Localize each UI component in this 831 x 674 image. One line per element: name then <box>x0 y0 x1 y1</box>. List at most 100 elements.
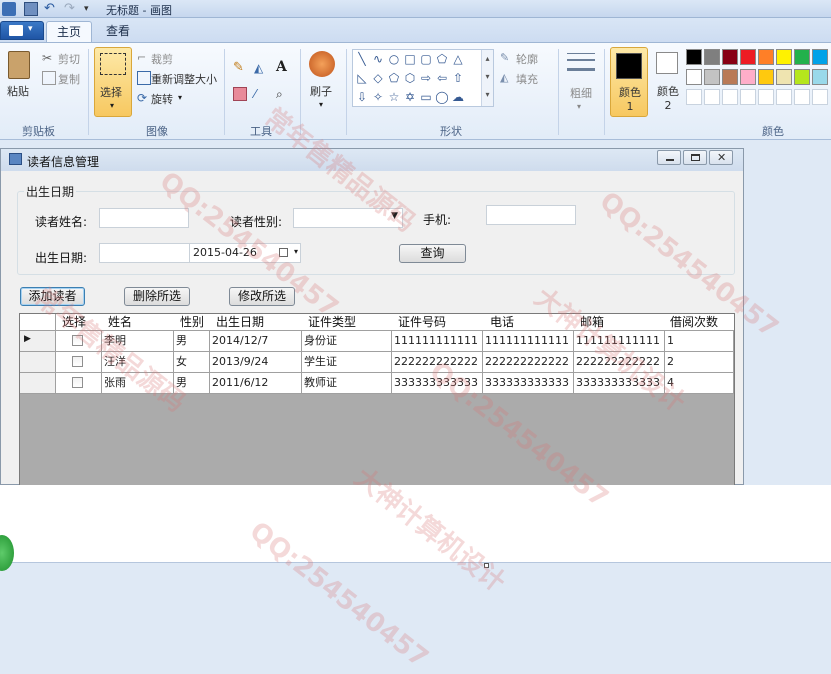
palette-color-swatch[interactable] <box>686 69 702 85</box>
palette-color-swatch[interactable] <box>722 49 738 65</box>
column-header-borrows[interactable]: 借阅次数 <box>670 315 718 330</box>
palette-color-swatch[interactable] <box>722 69 738 85</box>
palette-color-swatch[interactable] <box>812 69 828 85</box>
size-button[interactable]: 粗细 ▾ <box>564 49 598 115</box>
rounded-rect-shape-icon[interactable]: ▢ <box>419 52 433 66</box>
resize-button[interactable]: 重新调整大小 <box>151 71 217 87</box>
column-header-birth[interactable]: 出生日期 <box>216 315 264 330</box>
palette-color-swatch[interactable] <box>794 49 810 65</box>
palette-custom-swatch[interactable] <box>812 89 828 105</box>
palette-color-swatch[interactable] <box>740 69 756 85</box>
palette-color-swatch[interactable] <box>758 49 774 65</box>
id-type-cell[interactable]: 教师证 <box>302 373 392 394</box>
birth-cell[interactable]: 2013/9/24 <box>210 352 302 373</box>
id-number-cell[interactable]: 111111111111 <box>392 331 483 352</box>
reader-data-grid[interactable]: 选择 姓名 性别 出生日期 证件类型 证件号码 电话 邮箱 借阅次数 ▶ 李明 … <box>19 313 735 487</box>
palette-custom-swatch[interactable] <box>758 89 774 105</box>
table-row[interactable]: ▶ 李明 男 2014/12/7 身份证 111111111111 111111… <box>20 331 734 352</box>
copy-button[interactable]: 复制 <box>58 71 80 87</box>
birth-cell[interactable]: 2011/6/12 <box>210 373 302 394</box>
email-cell[interactable]: 111111111111 <box>574 331 665 352</box>
shapes-gallery[interactable]: ╲ ∿ ○ □ ▢ ⬠ △ ◺ ◇ ⬠ ⬡ ⇨ ⇦ ⇧ ⇩ ✧ ☆ ✡ ▭ ◯ … <box>352 49 494 107</box>
maximize-button[interactable] <box>683 150 707 165</box>
name-cell[interactable]: 汪洋 <box>102 352 174 373</box>
email-cell[interactable]: 333333333333 <box>574 373 665 394</box>
color-picker-icon[interactable]: ⁄ <box>254 87 268 101</box>
app-menu-button[interactable]: ▾ <box>0 21 44 40</box>
shapes-scroll[interactable]: ▴ ▾ ▾ <box>481 50 493 106</box>
phone-cell[interactable]: 111111111111 <box>483 331 574 352</box>
borrows-cell[interactable]: 1 <box>665 331 734 352</box>
outline-button[interactable]: 轮廓 <box>516 51 538 67</box>
fill-button[interactable]: 填充 <box>516 71 538 87</box>
birth-date-picker[interactable]: 2015-04-26 ▾ <box>189 243 301 263</box>
name-cell[interactable]: 张雨 <box>102 373 174 394</box>
magnifier-icon[interactable]: ⌕ <box>276 87 290 101</box>
column-header-gender[interactable]: 性别 <box>180 315 204 330</box>
palette-custom-swatch[interactable] <box>686 89 702 105</box>
minimize-button[interactable] <box>657 150 681 165</box>
paste-button[interactable]: 粘贴 <box>4 49 34 113</box>
down-arrow-shape-icon[interactable]: ⇩ <box>355 90 369 104</box>
diamond-shape-icon[interactable]: ◇ <box>371 71 385 85</box>
line-shape-icon[interactable]: ╲ <box>355 52 369 66</box>
phone-input[interactable] <box>486 205 576 225</box>
close-button[interactable]: ✕ <box>709 150 733 165</box>
fill-bucket-icon[interactable]: ◭ <box>254 61 268 75</box>
table-row[interactable]: 汪洋 女 2013/9/24 学生证 222222222222 22222222… <box>20 352 734 373</box>
right-arrow-shape-icon[interactable]: ⇨ <box>419 71 433 85</box>
qat-dropdown-icon[interactable]: ▾ <box>84 2 98 16</box>
delete-selected-button[interactable]: 删除所选 <box>124 287 190 306</box>
palette-custom-swatch[interactable] <box>704 89 720 105</box>
save-icon[interactable] <box>24 2 38 16</box>
palette-color-swatch[interactable] <box>812 49 828 65</box>
rectangle-shape-icon[interactable]: □ <box>403 52 417 66</box>
polygon-shape-icon[interactable]: ⬠ <box>435 52 449 66</box>
row-checkbox[interactable] <box>72 377 83 388</box>
reader-name-input[interactable] <box>99 208 189 228</box>
name-cell[interactable]: 李明 <box>102 331 174 352</box>
redo-icon[interactable]: ↷ <box>64 2 78 16</box>
palette-custom-swatch[interactable] <box>722 89 738 105</box>
select-cell[interactable] <box>56 331 102 352</box>
pencil-icon[interactable]: ✎ <box>233 61 247 75</box>
rotate-button[interactable]: 旋转 <box>151 91 173 107</box>
column-header-phone[interactable]: 电话 <box>490 315 514 330</box>
right-triangle-shape-icon[interactable]: ◺ <box>355 71 369 85</box>
pentagon-shape-icon[interactable]: ⬠ <box>387 71 401 85</box>
birth-date-input[interactable] <box>99 243 189 263</box>
add-reader-button[interactable]: 添加读者 <box>20 287 85 306</box>
oval-shape-icon[interactable]: ○ <box>387 52 401 66</box>
six-point-star-shape-icon[interactable]: ✡ <box>403 90 417 104</box>
up-arrow-shape-icon[interactable]: ⇧ <box>451 71 465 85</box>
left-arrow-shape-icon[interactable]: ⇦ <box>435 71 449 85</box>
row-header[interactable] <box>20 352 56 373</box>
color1-button[interactable]: 颜色 1 <box>610 47 648 117</box>
paint-canvas[interactable] <box>0 485 831 563</box>
borrows-cell[interactable]: 4 <box>665 373 734 394</box>
row-checkbox[interactable] <box>72 356 83 367</box>
row-header[interactable]: ▶ <box>20 331 56 352</box>
gender-select[interactable]: ▼ <box>293 208 403 228</box>
palette-custom-swatch[interactable] <box>740 89 756 105</box>
edit-selected-button[interactable]: 修改所选 <box>229 287 295 306</box>
column-header-id-type[interactable]: 证件类型 <box>308 315 356 330</box>
eraser-icon[interactable] <box>233 87 247 101</box>
palette-custom-swatch[interactable] <box>794 89 810 105</box>
column-header-name[interactable]: 姓名 <box>108 315 132 330</box>
id-type-cell[interactable]: 身份证 <box>302 331 392 352</box>
palette-color-swatch[interactable] <box>704 49 720 65</box>
select-button[interactable]: 选择 ▾ <box>94 47 132 117</box>
oval-callout-shape-icon[interactable]: ◯ <box>435 90 449 104</box>
palette-color-swatch[interactable] <box>704 69 720 85</box>
id-number-cell[interactable]: 222222222222 <box>392 352 483 373</box>
palette-color-swatch[interactable] <box>776 49 792 65</box>
five-point-star-shape-icon[interactable]: ☆ <box>387 90 401 104</box>
phone-cell[interactable]: 222222222222 <box>483 352 574 373</box>
tab-view[interactable]: 查看 <box>98 21 138 42</box>
palette-color-swatch[interactable] <box>776 69 792 85</box>
birth-cell[interactable]: 2014/12/7 <box>210 331 302 352</box>
phone-cell[interactable]: 333333333333 <box>483 373 574 394</box>
text-tool-icon[interactable]: A <box>276 60 290 74</box>
select-cell[interactable] <box>56 352 102 373</box>
